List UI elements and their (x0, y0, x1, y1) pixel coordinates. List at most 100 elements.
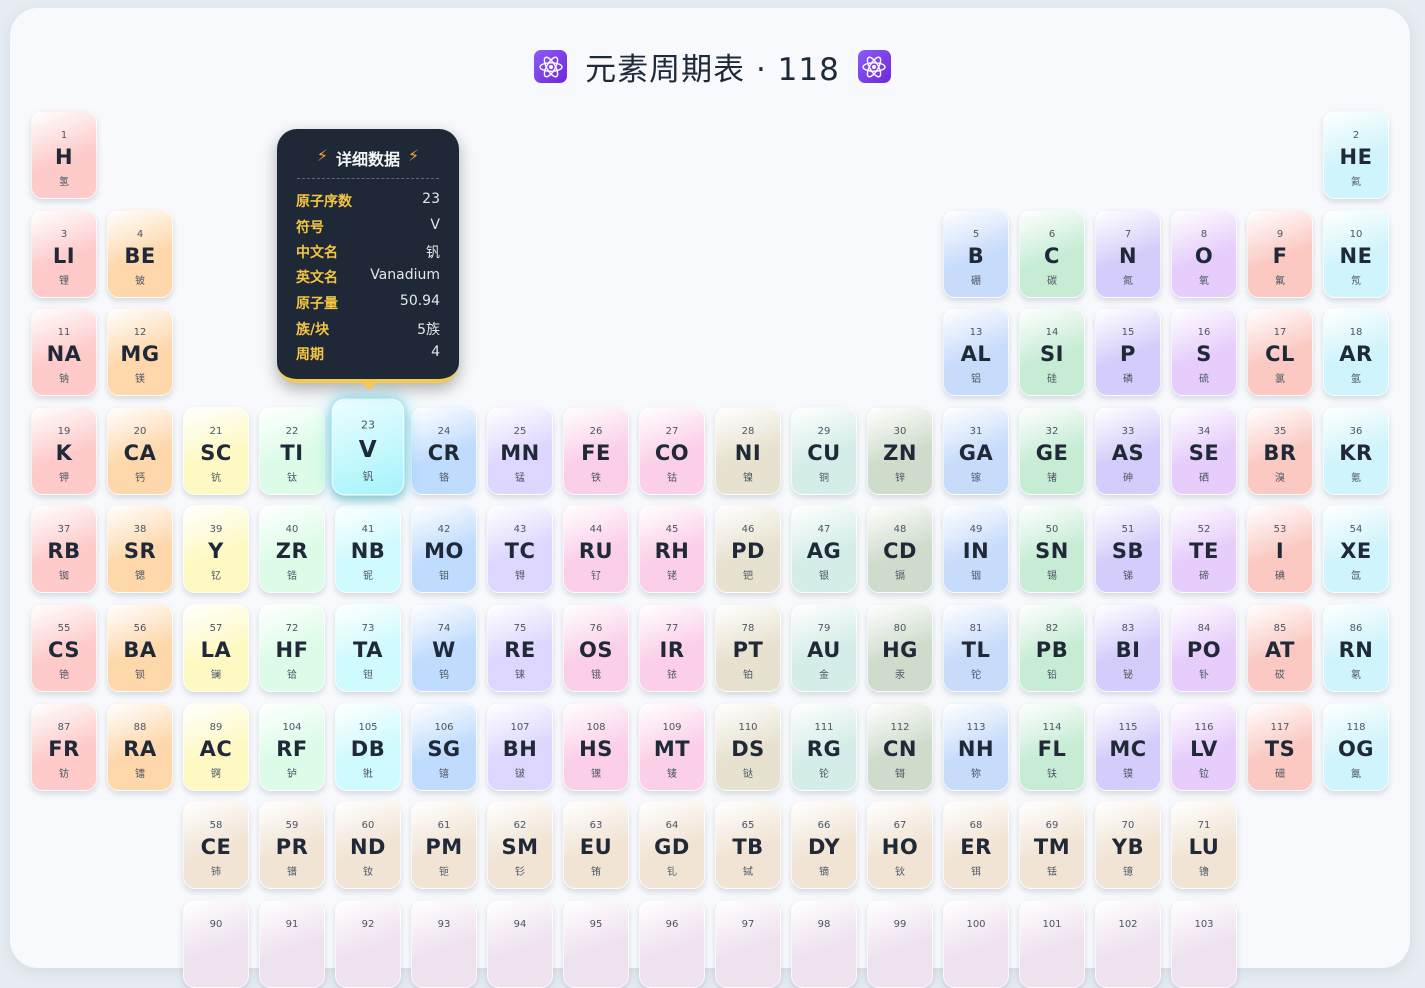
element-cell-ra[interactable]: 88 RA 镭 (107, 703, 173, 791)
element-cell-rf[interactable]: 104 RF 𬬻 (259, 703, 325, 791)
element-cell-po[interactable]: 84 PO 钋 (1171, 604, 1237, 692)
element-cell-cu[interactable]: 29 CU 铜 (791, 407, 857, 495)
element-cell-pb[interactable]: 82 PB 铅 (1019, 604, 1085, 692)
element-cell-rb[interactable]: 37 RB 铷 (31, 505, 97, 593)
element-cell-h[interactable]: 1 H氢 (31, 111, 97, 199)
element-cell-sm[interactable]: 62 SM 钐 (487, 801, 553, 889)
element-cell-98[interactable]: 98 (791, 900, 857, 988)
element-cell-eu[interactable]: 63 EU 铕 (563, 801, 629, 889)
element-cell-i[interactable]: 53 I 碘 (1247, 505, 1313, 593)
element-cell-rg[interactable]: 111 RG 𬬭 (791, 703, 857, 791)
element-cell-zr[interactable]: 40 ZR 锆 (259, 505, 325, 593)
element-cell-96[interactable]: 96 (639, 900, 705, 988)
element-cell-ho[interactable]: 67 HO 钬 (867, 801, 933, 889)
element-cell-xe[interactable]: 54 XE 氙 (1323, 505, 1389, 593)
element-cell-yb[interactable]: 70 YB 镱 (1095, 801, 1161, 889)
element-cell-s[interactable]: 16 S 硫 (1171, 308, 1237, 396)
element-cell-rn[interactable]: 86 RN 氡 (1323, 604, 1389, 692)
element-cell-er[interactable]: 68 ER 铒 (943, 801, 1009, 889)
element-cell-b[interactable]: 5 B硼 (943, 210, 1009, 298)
element-cell-se[interactable]: 34 SE 硒 (1171, 407, 1237, 495)
element-cell-ta[interactable]: 73 TA 钽 (335, 604, 401, 692)
element-cell-sb[interactable]: 51 SB 锑 (1095, 505, 1161, 593)
element-cell-pm[interactable]: 61 PM 钷 (411, 801, 477, 889)
element-cell-ne[interactable]: 10 NE 氖 (1323, 210, 1389, 298)
element-cell-hf[interactable]: 72 HF 铪 (259, 604, 325, 692)
element-cell-mn[interactable]: 25 MN 锰 (487, 407, 553, 495)
element-cell-os[interactable]: 76 OS 锇 (563, 604, 629, 692)
element-cell-sn[interactable]: 50 SN 锡 (1019, 505, 1085, 593)
element-cell-ar[interactable]: 18 AR 氩 (1323, 308, 1389, 396)
element-cell-si[interactable]: 14 SI 硅 (1019, 308, 1085, 396)
element-cell-f[interactable]: 9 F氟 (1247, 210, 1313, 298)
element-cell-ga[interactable]: 31 GA 镓 (943, 407, 1009, 495)
element-cell-bi[interactable]: 83 BI 铋 (1095, 604, 1161, 692)
element-cell-sc[interactable]: 21 SC 钪 (183, 407, 249, 495)
element-cell-nh[interactable]: 113 NH 鿭 (943, 703, 1009, 791)
element-cell-br[interactable]: 35 BR 溴 (1247, 407, 1313, 495)
element-cell-he[interactable]: 2 HE 氦 (1323, 111, 1389, 199)
element-cell-102[interactable]: 102 (1095, 900, 1161, 988)
element-cell-og[interactable]: 118 OG 鿫 (1323, 703, 1389, 791)
element-cell-mc[interactable]: 115 MC 镆 (1095, 703, 1161, 791)
element-cell-pr[interactable]: 59 PR 镨 (259, 801, 325, 889)
element-cell-ds[interactable]: 110 DS 𫟼 (715, 703, 781, 791)
element-cell-mt[interactable]: 109 MT 鿏 (639, 703, 705, 791)
element-cell-co[interactable]: 27 CO 钴 (639, 407, 705, 495)
element-cell-95[interactable]: 95 (563, 900, 629, 988)
element-cell-nb[interactable]: 41 NB 铌 (335, 505, 401, 593)
element-cell-cl[interactable]: 17 CL 氯 (1247, 308, 1313, 396)
element-cell-gd[interactable]: 64 GD 钆 (639, 801, 705, 889)
element-cell-ag[interactable]: 47 AG 银 (791, 505, 857, 593)
element-cell-y[interactable]: 39 Y 钇 (183, 505, 249, 593)
element-cell-tl[interactable]: 81 TL 铊 (943, 604, 1009, 692)
element-cell-c[interactable]: 6 C碳 (1019, 210, 1085, 298)
element-cell-fe[interactable]: 26 FE 铁 (563, 407, 629, 495)
element-cell-n[interactable]: 7 N氮 (1095, 210, 1161, 298)
element-cell-ni[interactable]: 28 NI 镍 (715, 407, 781, 495)
element-cell-pd[interactable]: 46 PD 钯 (715, 505, 781, 593)
element-cell-92[interactable]: 92 (335, 900, 401, 988)
element-cell-al[interactable]: 13 AL 铝 (943, 308, 1009, 396)
element-cell-be[interactable]: 4 BE 铍 (107, 210, 173, 298)
element-cell-la[interactable]: 57 LA 镧 (183, 604, 249, 692)
element-cell-w[interactable]: 74 W 钨 (411, 604, 477, 692)
element-cell-rh[interactable]: 45 RH 铑 (639, 505, 705, 593)
element-cell-mg[interactable]: 12 MG 镁 (107, 308, 173, 396)
element-cell-in[interactable]: 49 IN 铟 (943, 505, 1009, 593)
element-cell-lu[interactable]: 71 LU 镥 (1171, 801, 1237, 889)
element-cell-cd[interactable]: 48 CD 镉 (867, 505, 933, 593)
element-cell-re[interactable]: 75 RE 铼 (487, 604, 553, 692)
element-cell-te[interactable]: 52 TE 碲 (1171, 505, 1237, 593)
element-cell-ba[interactable]: 56 BA 钡 (107, 604, 173, 692)
element-cell-97[interactable]: 97 (715, 900, 781, 988)
element-cell-kr[interactable]: 36 KR 氪 (1323, 407, 1389, 495)
element-cell-db[interactable]: 105 DB 𬭊 (335, 703, 401, 791)
element-cell-94[interactable]: 94 (487, 900, 553, 988)
element-cell-at[interactable]: 85 AT 砹 (1247, 604, 1313, 692)
element-cell-as[interactable]: 33 AS 砷 (1095, 407, 1161, 495)
element-cell-ge[interactable]: 32 GE 锗 (1019, 407, 1085, 495)
element-cell-91[interactable]: 91 (259, 900, 325, 988)
element-cell-cr[interactable]: 24 CR 铬 (411, 407, 477, 495)
element-cell-pt[interactable]: 78 PT 铂 (715, 604, 781, 692)
element-cell-100[interactable]: 100 (943, 900, 1009, 988)
element-cell-sg[interactable]: 106 SG 𬭳 (411, 703, 477, 791)
element-cell-ac[interactable]: 89 AC 锕 (183, 703, 249, 791)
element-cell-nd[interactable]: 60 ND 钕 (335, 801, 401, 889)
element-cell-lv[interactable]: 116 LV 𫟷 (1171, 703, 1237, 791)
element-cell-p[interactable]: 15 P 磷 (1095, 308, 1161, 396)
element-cell-hs[interactable]: 108 HS 𬭶 (563, 703, 629, 791)
element-cell-bh[interactable]: 107 BH 𬭛 (487, 703, 553, 791)
element-cell-ce[interactable]: 58 CE 铈 (183, 801, 249, 889)
element-cell-103[interactable]: 103 (1171, 900, 1237, 988)
element-cell-cn[interactable]: 112 CN 鿔 (867, 703, 933, 791)
element-cell-tb[interactable]: 65 TB 铽 (715, 801, 781, 889)
element-cell-99[interactable]: 99 (867, 900, 933, 988)
element-cell-fr[interactable]: 87 FR 钫 (31, 703, 97, 791)
element-cell-mo[interactable]: 42 MO 钼 (411, 505, 477, 593)
element-cell-101[interactable]: 101 (1019, 900, 1085, 988)
element-cell-ti[interactable]: 22 TI 钛 (259, 407, 325, 495)
element-cell-hg[interactable]: 80 HG 汞 (867, 604, 933, 692)
element-cell-zn[interactable]: 30 ZN 锌 (867, 407, 933, 495)
